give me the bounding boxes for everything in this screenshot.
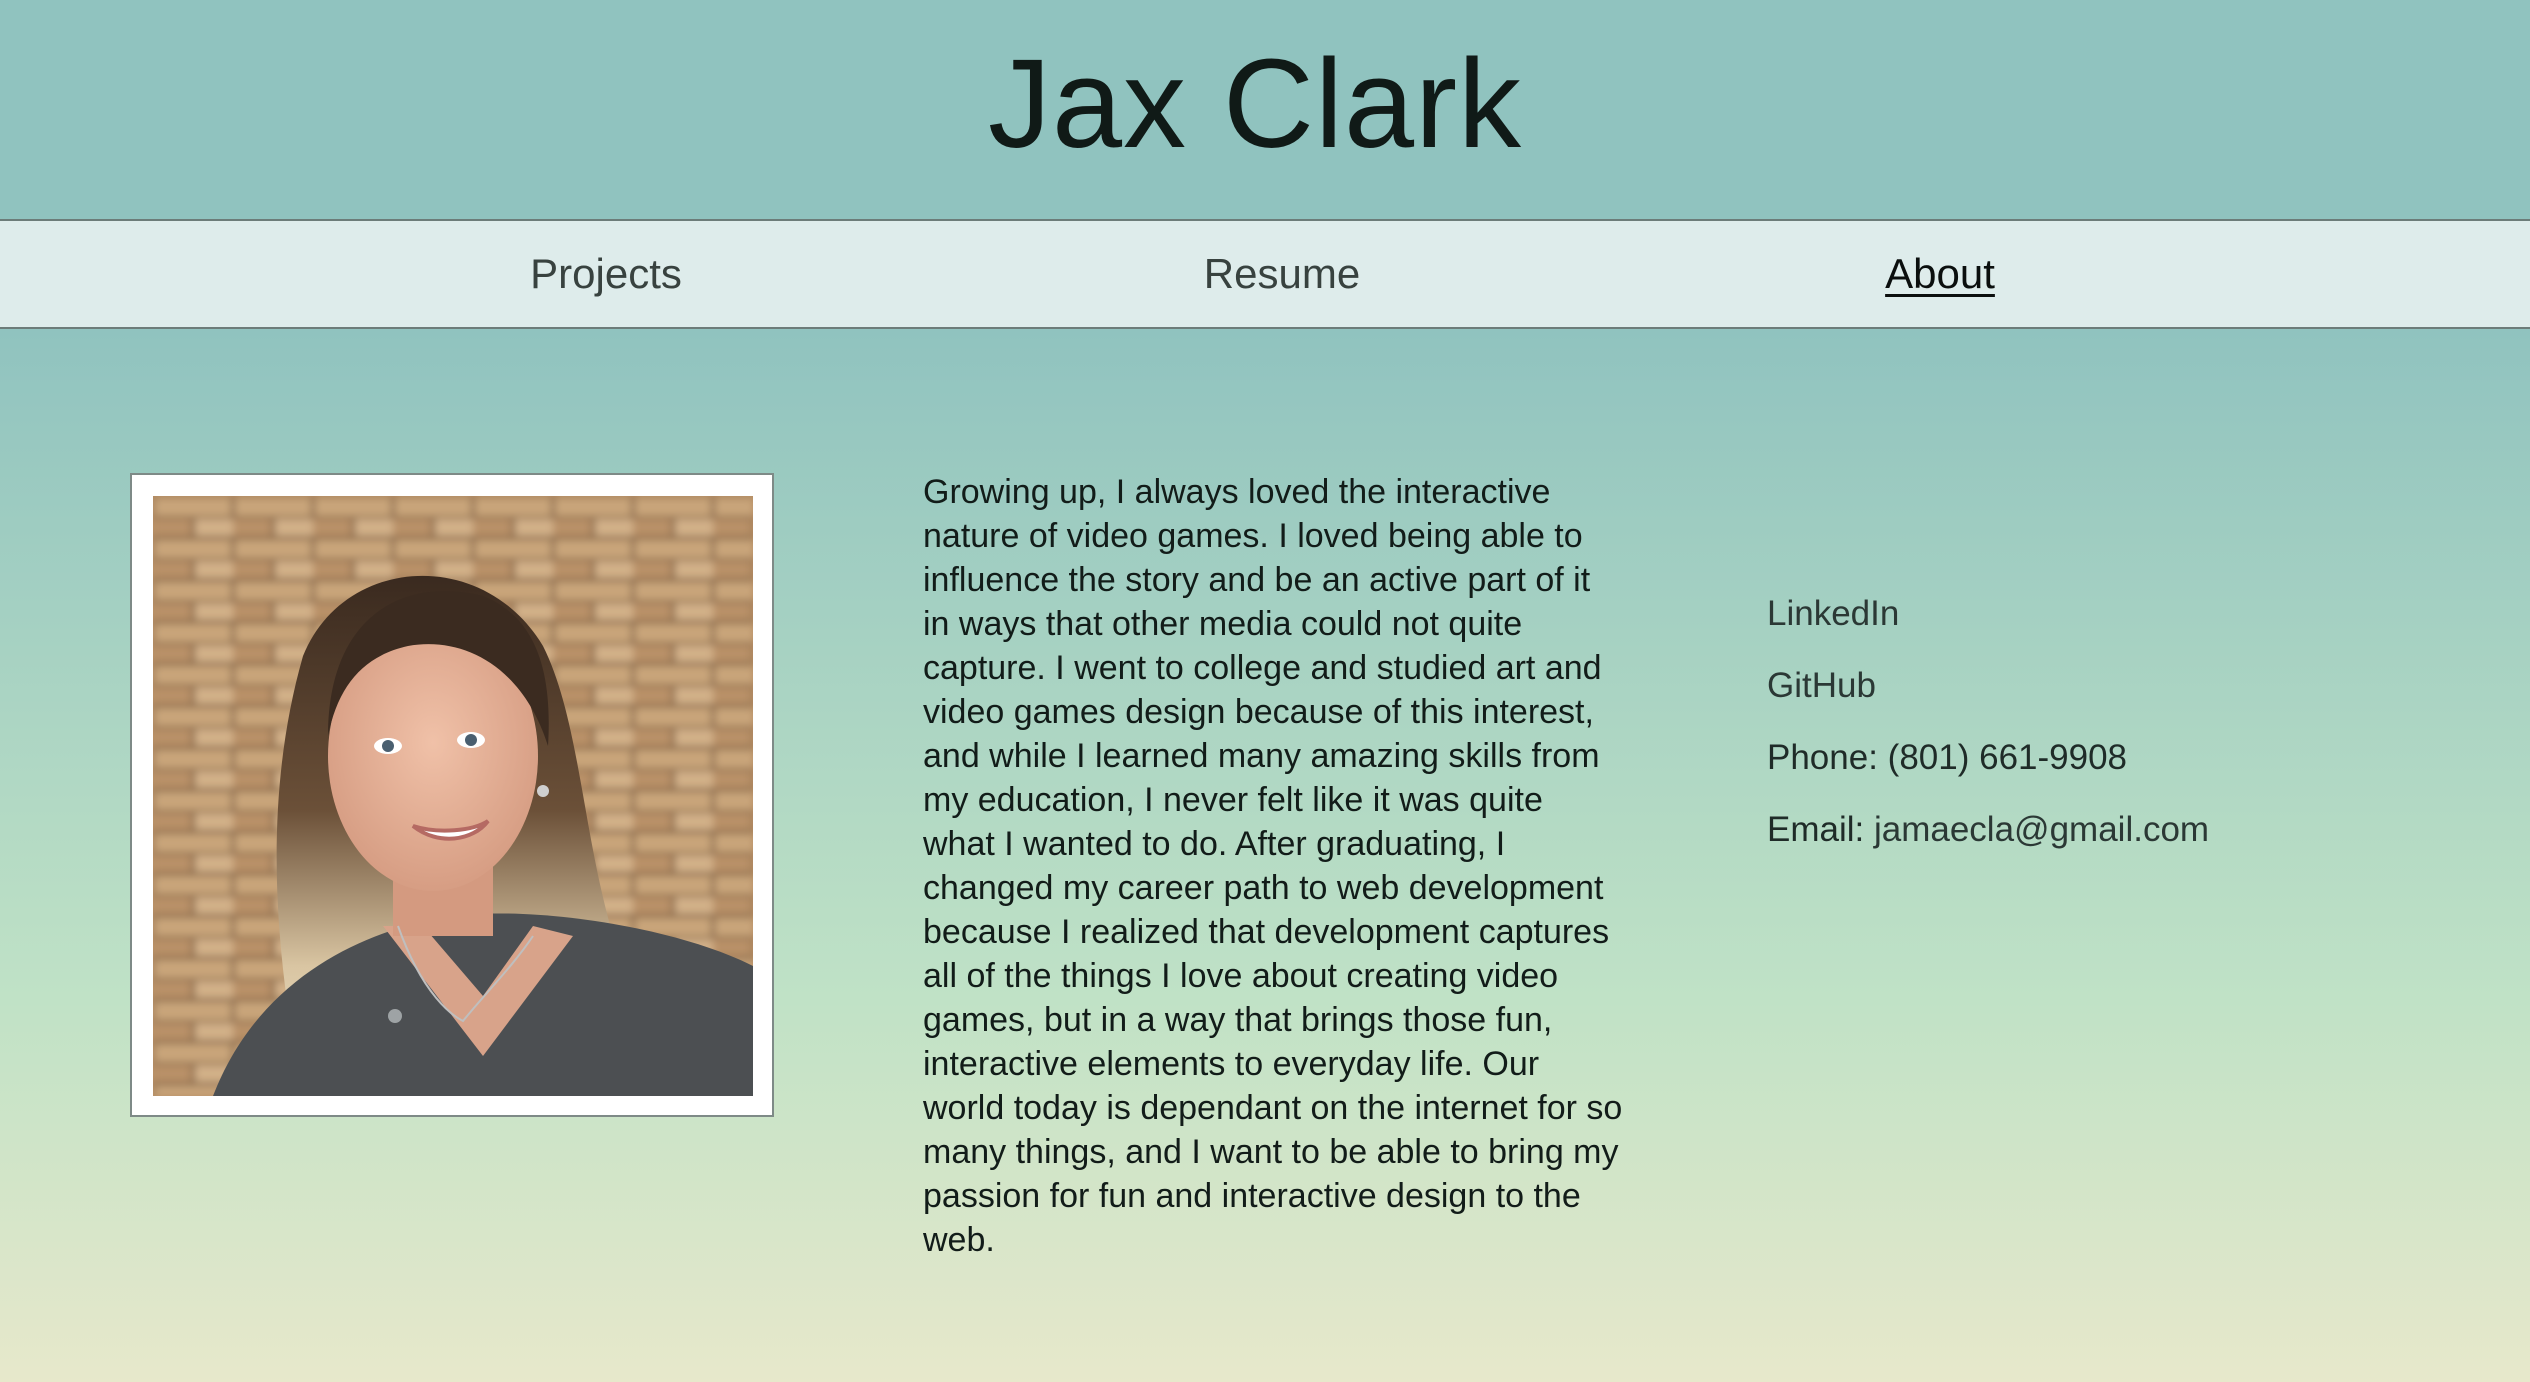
site-header: Jax Clark [0,0,2530,220]
email-label: Email: [1767,810,1865,849]
profile-photo [153,496,753,1096]
email-link[interactable]: jamaecla@gmail.com [1874,810,2209,849]
linkedin-link[interactable]: LinkedIn [1767,594,1899,633]
contact-list: LinkedIn GitHub Phone: (801) 661-9908 Em… [1767,578,2209,866]
phone-label: Phone: [1767,738,1878,777]
contact-item-github: GitHub [1767,650,2209,722]
contact-item-phone: Phone: (801) 661-9908 [1767,722,2209,794]
site-title: Jax Clark [987,33,1523,174]
about-bio: Growing up, I always loved the interacti… [923,473,1623,1259]
nav-bar: Projects Resume About [0,219,2530,329]
profile-photo-frame [130,473,774,1117]
github-link[interactable]: GitHub [1767,666,1876,705]
profile-photo-image [153,496,753,1096]
nav-link-projects[interactable]: Projects [530,250,682,298]
phone-value: (801) 661-9908 [1887,738,2128,777]
contact-item-linkedin: LinkedIn [1767,578,2209,650]
nav-link-resume[interactable]: Resume [1204,250,1360,298]
nav-link-about[interactable]: About [1885,250,1995,298]
contact-item-email: Email: jamaecla@gmail.com [1767,794,2209,866]
